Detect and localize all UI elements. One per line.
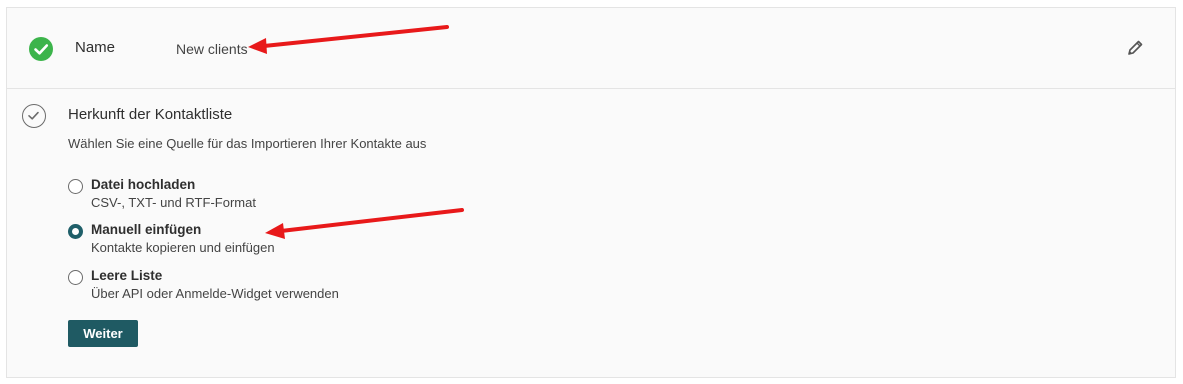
step-check-icon — [22, 104, 46, 128]
option-description: Kontakte kopieren und einfügen — [91, 240, 275, 255]
name-label: Name — [75, 39, 116, 56]
pencil-icon[interactable] — [1126, 39, 1144, 57]
radio-file-upload[interactable] — [68, 179, 83, 194]
import-card: Name New clients — [6, 7, 1176, 378]
radio-empty-list[interactable] — [68, 270, 83, 285]
next-button[interactable]: Weiter — [68, 320, 138, 347]
radio-manual-paste[interactable] — [68, 224, 83, 239]
check-circle-icon — [29, 37, 53, 61]
option-description: Über API oder Anmelde-Widget verwenden — [91, 286, 339, 301]
option-title: Manuell einfügen — [91, 222, 202, 237]
name-value: New clients — [176, 41, 248, 57]
option-description: CSV-, TXT- und RTF-Format — [91, 195, 256, 210]
name-step-row: Name New clients — [7, 8, 1175, 89]
section-title: Herkunft der Kontaktliste — [68, 106, 233, 123]
option-title: Datei hochladen — [91, 177, 196, 192]
section-subtitle: Wählen Sie eine Quelle für das Importier… — [68, 136, 427, 151]
option-title: Leere Liste — [91, 268, 163, 283]
